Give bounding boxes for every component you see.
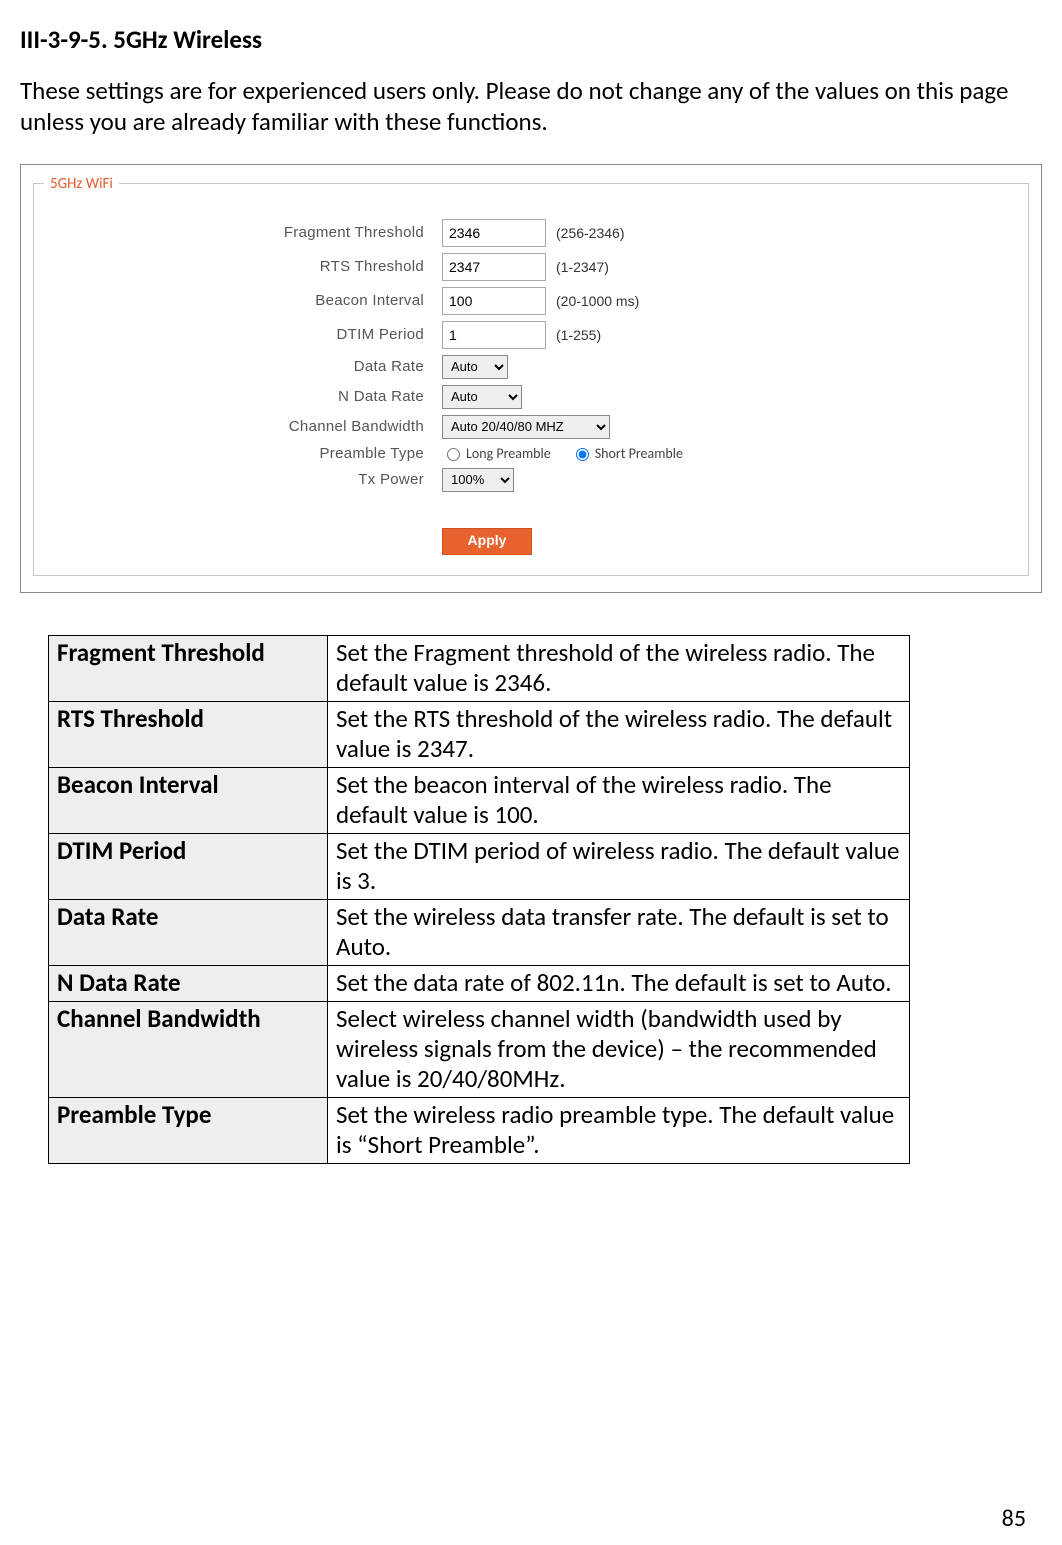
table-val: Set the wireless data transfer rate. The… [328, 899, 910, 965]
table-row: Beacon Interval Set the beacon interval … [49, 767, 910, 833]
fieldset-legend: 5GHz WiFi [44, 175, 119, 193]
label-n-data-rate: N Data Rate [44, 388, 442, 405]
table-key: DTIM Period [49, 833, 328, 899]
table-key: Channel Bandwidth [49, 1001, 328, 1097]
table-val: Select wireless channel width (bandwidth… [328, 1001, 910, 1097]
row-dtim-period: DTIM Period (1-255) [44, 321, 1018, 349]
table-key: Beacon Interval [49, 767, 328, 833]
label-preamble-type: Preamble Type [44, 445, 442, 462]
table-row: RTS Threshold Set the RTS threshold of t… [49, 701, 910, 767]
table-row: Preamble Type Set the wireless radio pre… [49, 1097, 910, 1163]
radio-long-preamble[interactable] [447, 448, 460, 461]
hint-dtim-period: (1-255) [556, 327, 601, 343]
input-rts-threshold[interactable] [442, 253, 546, 281]
row-preamble-type: Preamble Type Long Preamble Short Preamb… [44, 445, 1018, 462]
table-key: Fragment Threshold [49, 635, 328, 701]
table-key: Preamble Type [49, 1097, 328, 1163]
radio-short-preamble-wrap[interactable]: Short Preamble [571, 445, 683, 462]
table-val: Set the RTS threshold of the wireless ra… [328, 701, 910, 767]
select-n-data-rate[interactable]: Auto [442, 385, 522, 409]
input-dtim-period[interactable] [442, 321, 546, 349]
table-key: RTS Threshold [49, 701, 328, 767]
hint-rts-threshold: (1-2347) [556, 259, 609, 275]
label-fragment-threshold: Fragment Threshold [44, 224, 442, 241]
label-tx-power: Tx Power [44, 471, 442, 488]
table-row: N Data Rate Set the data rate of 802.11n… [49, 965, 910, 1001]
table-val: Set the DTIM period of wireless radio. T… [328, 833, 910, 899]
row-rts-threshold: RTS Threshold (1-2347) [44, 253, 1018, 281]
select-data-rate[interactable]: Auto [442, 355, 508, 379]
hint-beacon-interval: (20-1000 ms) [556, 293, 639, 309]
select-tx-power[interactable]: 100% [442, 468, 514, 492]
table-key: N Data Rate [49, 965, 328, 1001]
label-channel-bandwidth: Channel Bandwidth [44, 418, 442, 435]
label-data-rate: Data Rate [44, 358, 442, 375]
row-beacon-interval: Beacon Interval (20-1000 ms) [44, 287, 1018, 315]
table-val: Set the Fragment threshold of the wirele… [328, 635, 910, 701]
input-fragment-threshold[interactable] [442, 219, 546, 247]
form-rows: Fragment Threshold (256-2346) RTS Thresh… [44, 219, 1018, 492]
settings-screenshot: 5GHz WiFi Fragment Threshold (256-2346) … [20, 164, 1042, 593]
label-beacon-interval: Beacon Interval [44, 292, 442, 309]
row-fragment-threshold: Fragment Threshold (256-2346) [44, 219, 1018, 247]
row-tx-power: Tx Power 100% [44, 468, 1018, 492]
radio-long-preamble-wrap[interactable]: Long Preamble [442, 445, 551, 462]
label-dtim-period: DTIM Period [44, 326, 442, 343]
row-channel-bandwidth: Channel Bandwidth Auto 20/40/80 MHZ [44, 415, 1018, 439]
table-val: Set the data rate of 802.11n. The defaul… [328, 965, 910, 1001]
radio-short-preamble-label: Short Preamble [595, 445, 683, 462]
label-rts-threshold: RTS Threshold [44, 258, 442, 275]
table-row: DTIM Period Set the DTIM period of wirel… [49, 833, 910, 899]
select-channel-bandwidth[interactable]: Auto 20/40/80 MHZ [442, 415, 610, 439]
description-table: Fragment Threshold Set the Fragment thre… [48, 635, 910, 1164]
row-n-data-rate: N Data Rate Auto [44, 385, 1018, 409]
table-val: Set the wireless radio preamble type. Th… [328, 1097, 910, 1163]
radio-short-preamble[interactable] [576, 448, 589, 461]
hint-fragment-threshold: (256-2346) [556, 225, 625, 241]
table-row: Channel Bandwidth Select wireless channe… [49, 1001, 910, 1097]
table-row: Data Rate Set the wireless data transfer… [49, 899, 910, 965]
apply-row: Apply [44, 528, 1018, 555]
table-key: Data Rate [49, 899, 328, 965]
row-data-rate: Data Rate Auto [44, 355, 1018, 379]
table-row: Fragment Threshold Set the Fragment thre… [49, 635, 910, 701]
section-heading: III-3-9-5. 5GHz Wireless [20, 24, 1042, 55]
input-beacon-interval[interactable] [442, 287, 546, 315]
apply-button[interactable]: Apply [442, 528, 532, 555]
radio-long-preamble-label: Long Preamble [466, 445, 551, 462]
page: III-3-9-5. 5GHz Wireless These settings … [0, 0, 1062, 1545]
description-table-body: Fragment Threshold Set the Fragment thre… [49, 635, 910, 1163]
table-val: Set the beacon interval of the wireless … [328, 767, 910, 833]
page-number: 85 [1002, 1504, 1026, 1533]
intro-paragraph: These settings are for experienced users… [20, 75, 1042, 138]
wifi-fieldset: 5GHz WiFi Fragment Threshold (256-2346) … [33, 175, 1029, 576]
